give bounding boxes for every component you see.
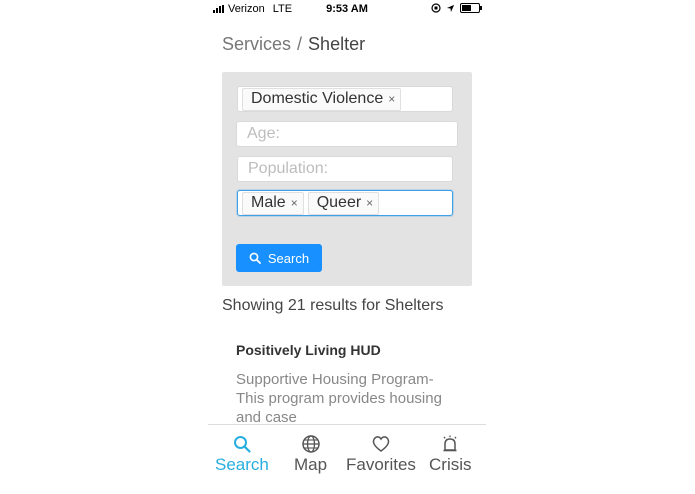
alarm-icon — [443, 435, 457, 452]
search-button-label: Search — [267, 250, 310, 266]
remove-tag-icon[interactable]: × — [388, 92, 395, 106]
tab-label: Favorites — [346, 455, 416, 474]
tab-search[interactable]: Search — [215, 435, 269, 475]
age-placeholder: Age: — [247, 125, 280, 142]
breadcrumb: Services / Shelter — [222, 34, 365, 55]
tag-label: Male — [251, 194, 286, 211]
tab-crisis[interactable]: Crisis — [429, 435, 472, 475]
age-select[interactable]: Age: — [236, 121, 458, 147]
tab-label: Crisis — [429, 455, 472, 474]
status-bar: Verizon LTE 9:53 AM — [208, 0, 486, 18]
category-select[interactable]: Domestic Violence × — [237, 86, 453, 112]
population-placeholder: Population: — [248, 160, 329, 177]
tab-map[interactable]: Map — [294, 435, 327, 475]
result-title[interactable]: Positively Living HUD — [236, 342, 381, 358]
battery-icon — [460, 3, 482, 13]
population-tags-select[interactable]: Male × Queer × — [237, 190, 453, 216]
search-icon — [249, 252, 261, 264]
orientation-lock-icon — [431, 3, 441, 13]
tab-label: Map — [294, 455, 328, 474]
results-summary: Showing 21 results for Shelters — [222, 297, 444, 314]
breadcrumb-shelter: Shelter — [308, 34, 366, 54]
remove-tag-icon[interactable]: × — [366, 196, 373, 210]
breadcrumb-separator: / — [297, 34, 303, 54]
heart-icon — [372, 436, 390, 452]
location-arrow-icon — [446, 4, 455, 12]
filter-card: Domestic Violence × Age: Population: Mal… — [222, 72, 472, 286]
tab-label: Search — [215, 455, 269, 474]
globe-icon — [301, 435, 320, 453]
phone-screen: Verizon LTE 9:53 AM Services / Shelter Dom… — [208, 0, 486, 494]
result-description: Supportive Housing Program- This program… — [236, 371, 442, 426]
tag-domestic-violence: Domestic Violence × — [242, 87, 402, 111]
tab-favorites[interactable]: Favorites — [346, 435, 416, 475]
tag-male: Male × — [242, 191, 304, 215]
tag-label: Queer — [316, 194, 362, 211]
tab-bar: Search Map Favorites Crisis — [208, 424, 486, 494]
breadcrumb-services[interactable]: Services — [222, 34, 291, 54]
tag-label: Domestic Violence — [251, 90, 384, 107]
search-icon — [233, 436, 251, 453]
population-select[interactable]: Population: — [237, 156, 453, 182]
remove-tag-icon[interactable]: × — [291, 196, 298, 210]
status-right — [431, 3, 482, 13]
search-button[interactable]: Search — [236, 244, 322, 272]
tag-queer: Queer × — [307, 191, 380, 215]
